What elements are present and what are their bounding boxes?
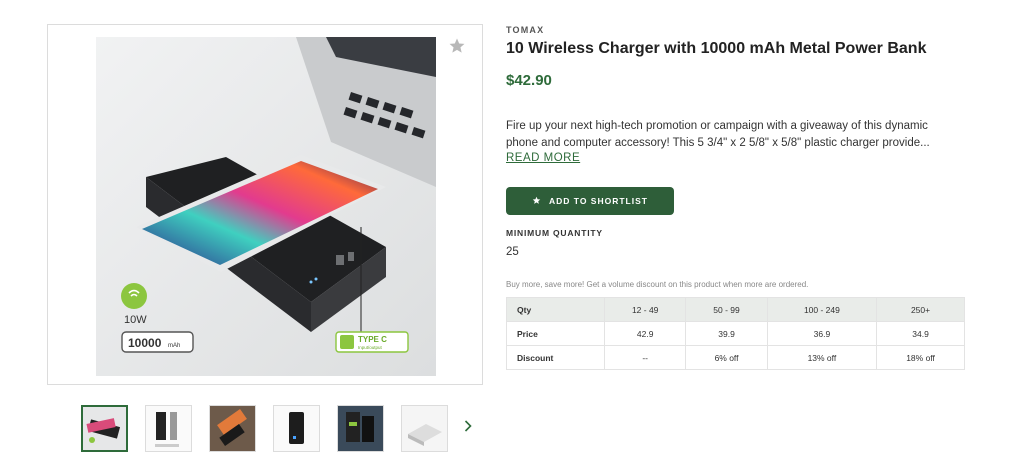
thumbnail-3[interactable]: [209, 404, 256, 452]
star-icon: [532, 196, 541, 207]
port-text: TYPE C: [358, 335, 387, 344]
table-header-cell: 12 - 49: [603, 297, 687, 322]
type-c-icon: [340, 335, 354, 349]
table-cell: Price: [506, 321, 605, 346]
table-cell: 36.9: [766, 321, 878, 346]
wireless-icon: [121, 283, 147, 309]
table-cell: --: [603, 345, 687, 370]
volume-discount-note: Buy more, save more! Get a volume discou…: [506, 280, 809, 289]
port-subtext: Input/output: [358, 345, 383, 350]
table-cell: 13% off: [766, 345, 878, 370]
table-header-cell: 100 - 249: [766, 297, 878, 322]
thumbnail-2[interactable]: [145, 404, 192, 452]
favorite-star-icon[interactable]: [448, 37, 466, 55]
power-rating-text: 10W: [124, 314, 147, 326]
minimum-quantity-value: 25: [506, 246, 519, 258]
product-title: 10 Wireless Charger with 10000 mAh Metal…: [506, 40, 927, 57]
table-row-price: Price 42.9 39.9 36.9 34.9: [506, 321, 965, 346]
table-cell: 34.9: [876, 321, 965, 346]
product-description: Fire up your next high-tech promotion or…: [506, 118, 971, 152]
main-product-image[interactable]: 10W 10000 mAh TYPE C Input/output: [96, 37, 436, 376]
capacity-text: 10000: [128, 336, 162, 350]
description-line-2: phone and computer accessory! This 5 3/4…: [506, 137, 930, 149]
thumbnail-5[interactable]: [337, 404, 384, 452]
capacity-unit-text: mAh: [168, 343, 180, 349]
description-line-1: Fire up your next high-tech promotion or…: [506, 120, 928, 132]
thumbnail-4[interactable]: [273, 404, 320, 452]
table-header-cell: 50 - 99: [685, 297, 768, 322]
product-brand: TOMAX: [506, 25, 545, 35]
thumbnail-1[interactable]: [81, 404, 128, 452]
product-price: $42.90: [506, 72, 552, 89]
product-gallery: 10W 10000 mAh TYPE C Input/output: [47, 24, 483, 385]
thumbnail-strip: [81, 404, 448, 452]
table-cell: 6% off: [685, 345, 768, 370]
table-cell: 39.9: [685, 321, 768, 346]
add-to-shortlist-button[interactable]: ADD TO SHORTLIST: [506, 187, 674, 215]
table-cell: 18% off: [876, 345, 965, 370]
minimum-quantity-label: MINIMUM QUANTITY: [506, 228, 603, 238]
table-cell: 42.9: [603, 321, 687, 346]
volume-pricing-table: Qty 12 - 49 50 - 99 100 - 249 250+ Price…: [506, 297, 965, 370]
table-header-cell: 250+: [876, 297, 965, 322]
thumbnail-6[interactable]: [401, 404, 448, 452]
thumbnail-next-icon[interactable]: [461, 416, 475, 436]
table-cell: Discount: [506, 345, 605, 370]
product-photo: 10W 10000 mAh TYPE C Input/output: [96, 37, 436, 376]
table-row-discount: Discount -- 6% off 13% off 18% off: [506, 345, 965, 370]
read-more-link[interactable]: READ MORE: [506, 152, 580, 164]
table-header-row: Qty 12 - 49 50 - 99 100 - 249 250+: [506, 297, 965, 322]
table-header-cell: Qty: [506, 297, 605, 322]
shortlist-label: ADD TO SHORTLIST: [549, 196, 648, 206]
